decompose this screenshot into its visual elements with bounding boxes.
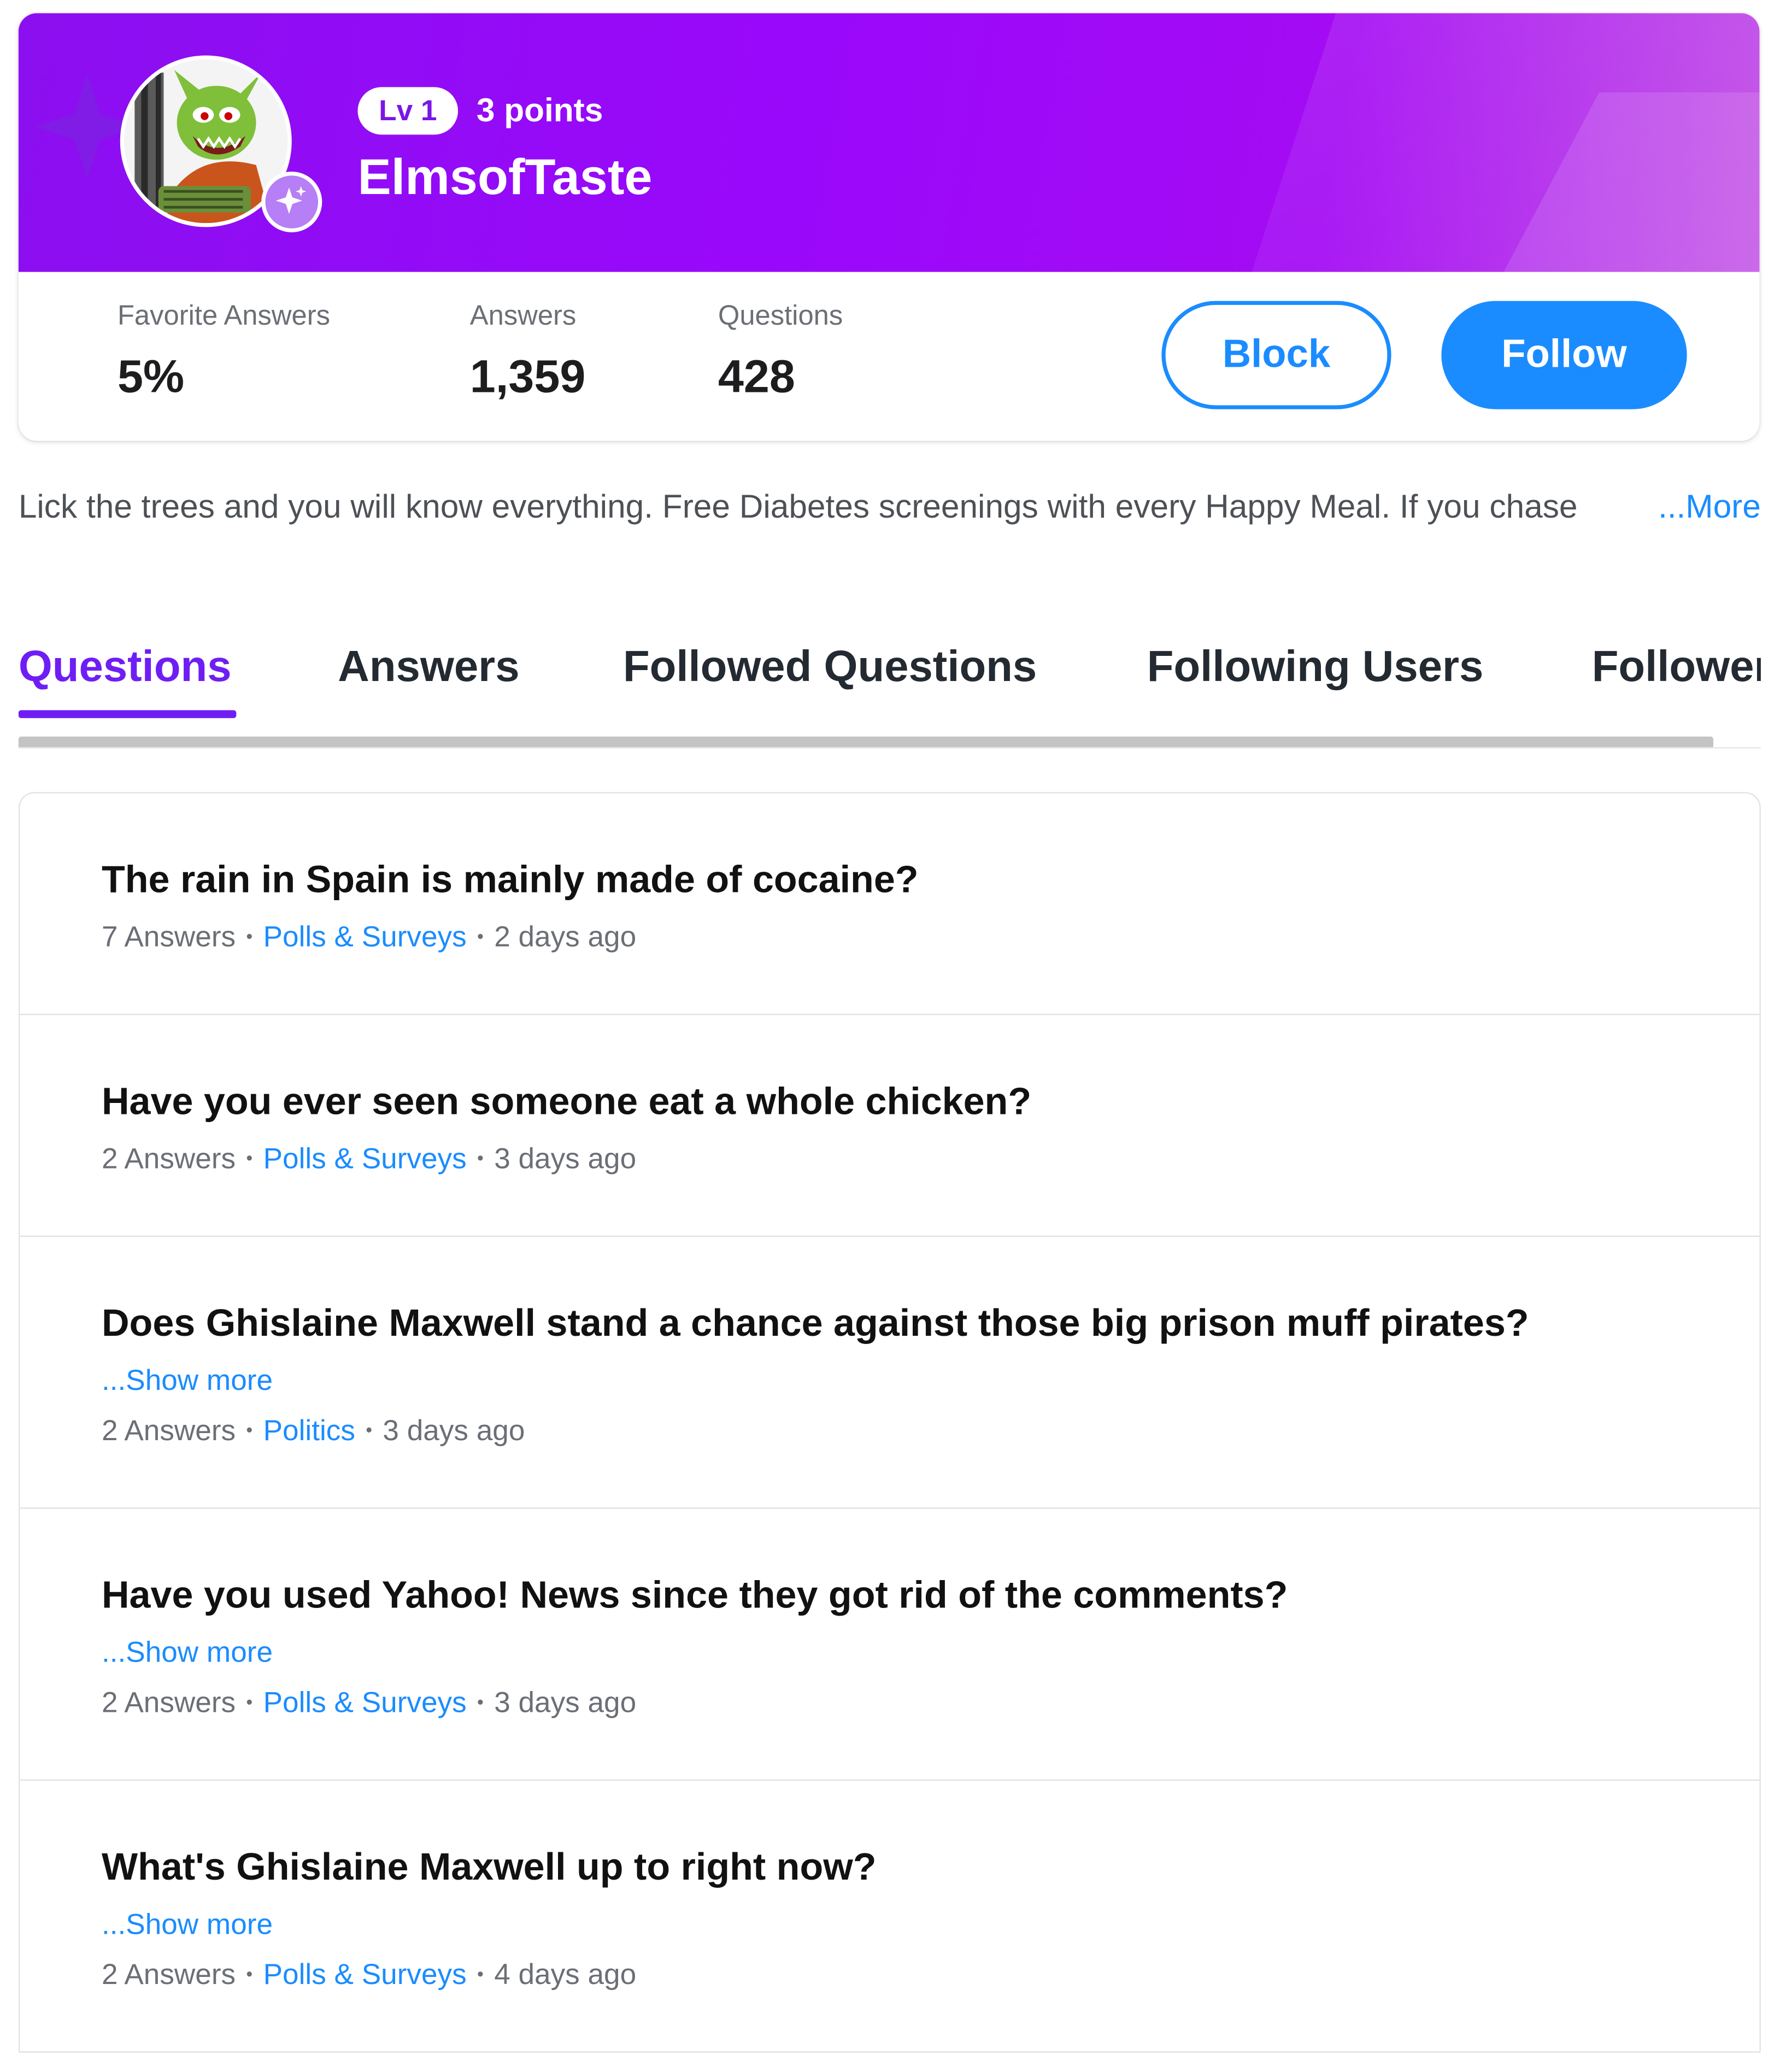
answer-count[interactable]: 2 Answers [102,1686,236,1718]
bio-text: Lick the trees and you will know everyth… [18,488,1578,526]
question-title[interactable]: Have you used Yahoo! News since they got… [102,1575,1288,1618]
stat-value: 1,359 [469,351,586,403]
separator-dot: • [246,1419,253,1440]
question-title[interactable]: The rain in Spain is mainly made of coca… [102,859,919,903]
category-link[interactable]: Politics [263,1414,355,1447]
tabs-divider [18,747,1761,749]
answer-count[interactable]: 2 Answers [102,1142,236,1175]
question-time: 3 days ago [383,1413,525,1447]
tab-questions[interactable]: Questions [19,642,232,692]
separator-dot: • [477,1963,484,1985]
username: ElmsofTaste [357,150,653,206]
stat-value: 5% [117,351,185,403]
active-tab-indicator [18,710,237,718]
separator-dot: • [246,925,253,947]
question-time: 4 days ago [494,1957,637,1991]
show-more-link[interactable]: ...Show more [102,1635,273,1670]
question-meta: 2 Answers • Politics • 3 days ago [102,1414,525,1448]
question-time: 2 days ago [494,920,637,953]
answer-count[interactable]: 2 Answers [102,1414,236,1447]
profile-card: Lv 1 3 points ElmsofTaste Favorite Answe… [18,13,1760,441]
stat-label: Favorite Answers [117,301,330,332]
block-button[interactable]: Block [1161,301,1391,409]
separator-dot: • [366,1419,373,1440]
question-meta: 7 Answers • Polls & Surveys • 2 days ago [102,920,636,954]
tab-followers[interactable]: Followers [1592,642,1761,692]
separator-dot: • [246,1963,253,1985]
separator-dot: • [246,1691,253,1712]
stat-label: Questions [718,301,843,332]
tab-following-users[interactable]: Following Users [1147,642,1484,692]
follow-button[interactable]: Follow [1441,301,1687,409]
separator-dot: • [477,1147,484,1169]
question-title[interactable]: Have you ever seen someone eat a whole c… [102,1081,1031,1125]
answer-count[interactable]: 2 Answers [102,1958,236,1991]
category-link[interactable]: Polls & Surveys [263,1686,467,1718]
stat-answers[interactable]: Answers 1,359 [470,301,586,404]
stat-questions[interactable]: Questions 428 [718,301,843,404]
question-meta: 2 Answers • Polls & Surveys • 4 days ago [102,1958,636,1992]
question-meta: 2 Answers • Polls & Surveys • 3 days ago [102,1686,636,1720]
category-link[interactable]: Polls & Surveys [263,1958,467,1991]
tab-answers[interactable]: Answers [338,642,519,692]
category-link[interactable]: Polls & Surveys [263,1142,467,1175]
question-time: 3 days ago [494,1686,637,1719]
question-time: 3 days ago [494,1142,637,1175]
question-item[interactable]: Does Ghislaine Maxwell stand a chance ag… [20,1237,1760,1509]
points-label: 3 points [476,92,603,130]
stat-label: Answers [469,301,577,332]
profile-tabs: Questions Answers Followed Questions Fol… [18,633,1761,752]
show-more-link[interactable]: ...Show more [102,1364,273,1398]
question-title[interactable]: What's Ghislaine Maxwell up to right now… [102,1847,877,1891]
category-link[interactable]: Polls & Surveys [263,920,467,953]
sparkles-badge-icon [261,171,322,233]
question-list: The rain in Spain is mainly made of coca… [18,792,1761,2053]
separator-dot: • [246,1147,253,1169]
separator-dot: • [477,925,484,947]
level-badge: Lv 1 [357,87,459,135]
question-item[interactable]: Have you used Yahoo! News since they got… [20,1509,1760,1781]
stat-value: 428 [718,351,795,403]
question-meta: 2 Answers • Polls & Surveys • 3 days ago [102,1142,636,1176]
answer-count[interactable]: 7 Answers [102,920,236,953]
question-item[interactable]: The rain in Spain is mainly made of coca… [20,794,1760,1016]
stat-favorite-answers: Favorite Answers 5% [118,301,330,404]
bio-more-link[interactable]: ...More [1658,489,1761,527]
separator-dot: • [477,1691,484,1712]
question-item[interactable]: Have you ever seen someone eat a whole c… [20,1015,1760,1237]
show-more-link[interactable]: ...Show more [102,1907,273,1942]
tab-followed-questions[interactable]: Followed Questions [623,642,1037,692]
question-item[interactable]: What's Ghislaine Maxwell up to right now… [20,1781,1760,2053]
profile-bio: Lick the trees and you will know everyth… [19,489,1761,527]
question-title[interactable]: Does Ghislaine Maxwell stand a chance ag… [102,1303,1529,1347]
